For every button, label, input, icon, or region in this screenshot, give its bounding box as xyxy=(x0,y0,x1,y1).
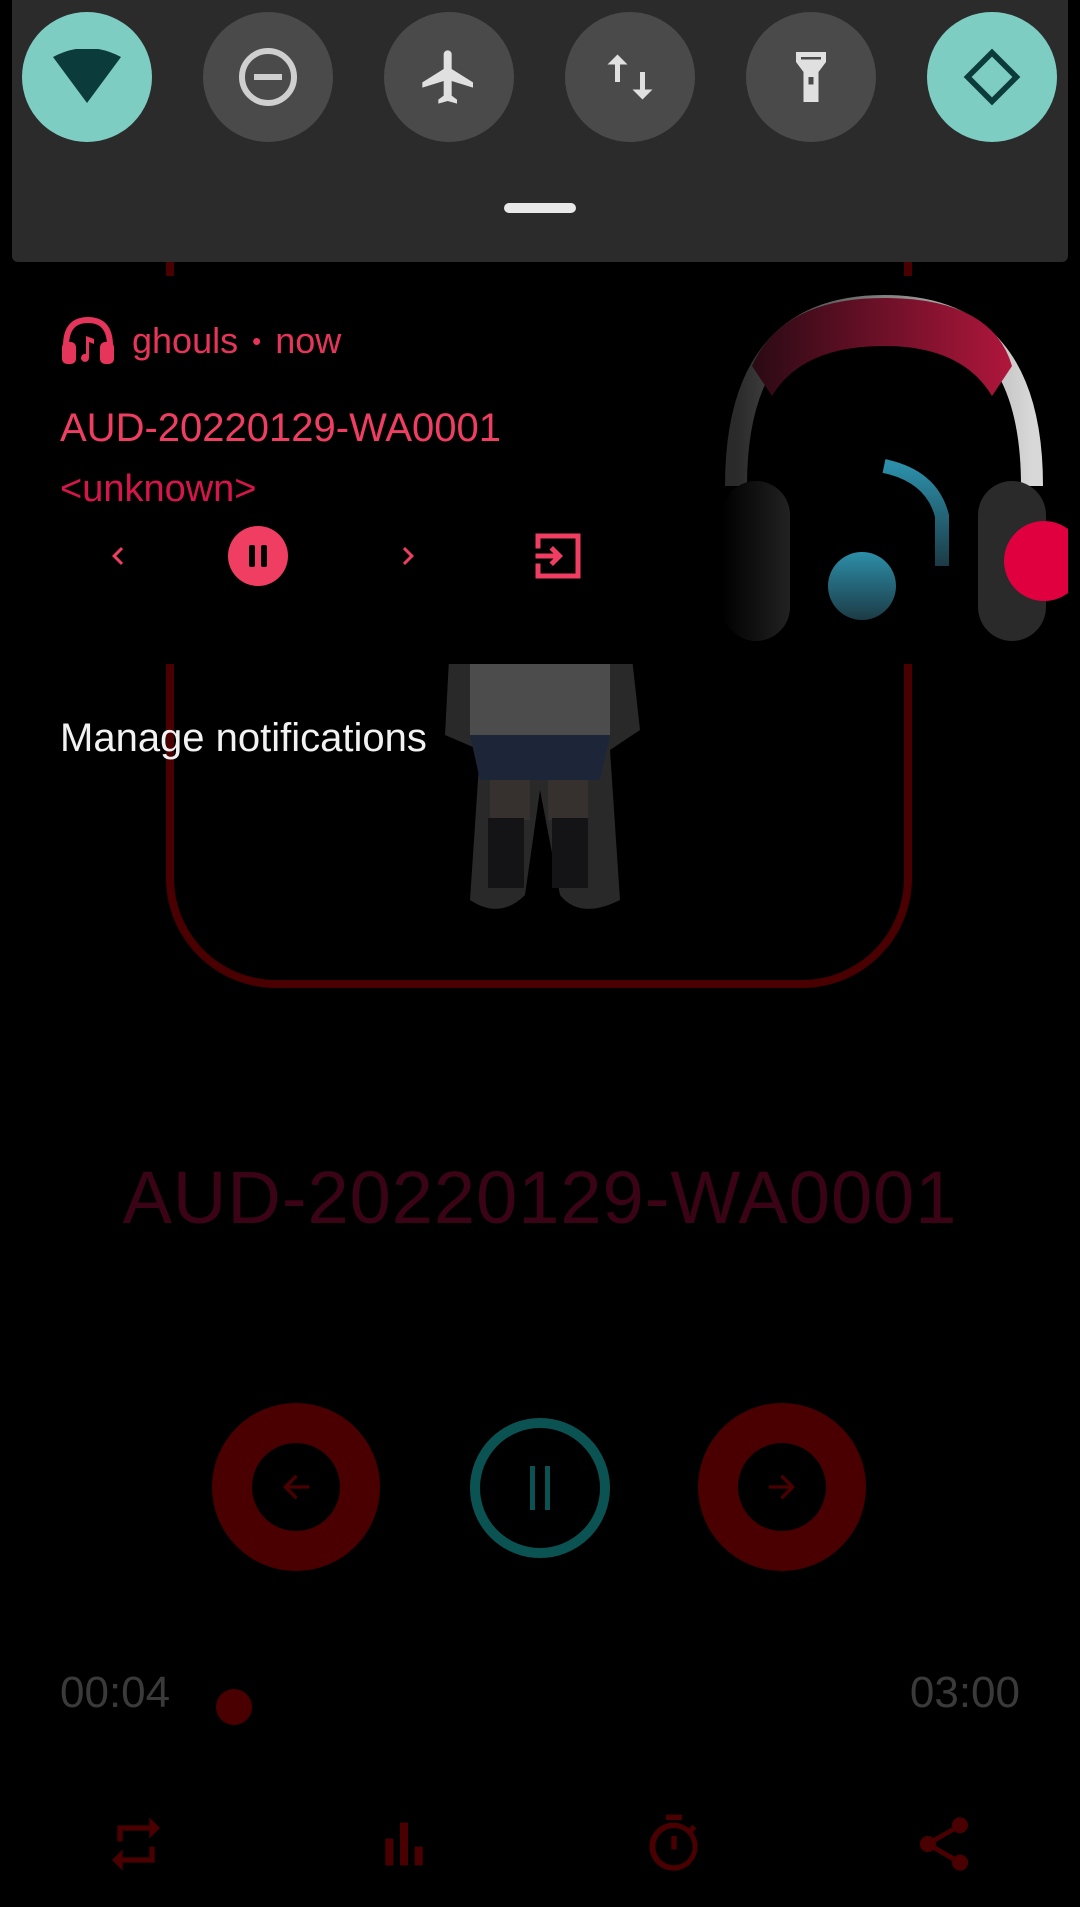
media-notification[interactable]: ghouls • now AUD-20220129-WA0001 <unknow… xyxy=(12,276,1068,664)
airplane-mode-tile[interactable] xyxy=(384,12,514,142)
share-icon[interactable] xyxy=(912,1812,976,1876)
next-button[interactable] xyxy=(698,1403,866,1571)
chevron-right-icon xyxy=(402,547,414,565)
total-time: 03:00 xyxy=(909,1668,1020,1717)
quick-settings-panel xyxy=(12,0,1068,262)
notification-exit-button[interactable] xyxy=(528,526,588,586)
notification-header: ghouls • now xyxy=(60,316,341,366)
previous-button[interactable] xyxy=(212,1403,380,1571)
pause-button[interactable] xyxy=(470,1418,610,1558)
notification-pause-button[interactable] xyxy=(228,526,288,586)
headphones-icon xyxy=(62,316,114,364)
separator-dot: • xyxy=(252,325,262,356)
airplane-icon xyxy=(422,50,473,104)
arrow-left-icon xyxy=(283,1474,310,1500)
wifi-icon xyxy=(53,49,121,103)
current-time: 00:04 xyxy=(60,1668,171,1717)
anime-character-image xyxy=(445,640,640,909)
album-art-headphones-image xyxy=(722,294,1068,641)
exit-icon xyxy=(535,533,581,579)
equalizer-icon[interactable] xyxy=(372,1812,436,1876)
track-title: AUD-20220129-WA0001 xyxy=(122,1156,958,1239)
expand-handle[interactable] xyxy=(504,203,576,213)
arrow-right-icon xyxy=(768,1474,795,1500)
notification-song-title: AUD-20220129-WA0001 xyxy=(60,406,501,450)
app-name: ghouls xyxy=(132,320,239,361)
do-not-disturb-icon xyxy=(239,48,297,106)
chevron-left-icon xyxy=(112,547,124,565)
notification-next-button[interactable] xyxy=(378,526,438,586)
notification-artist: <unknown> xyxy=(60,468,257,510)
wifi-tile[interactable] xyxy=(22,12,152,142)
pause-icon xyxy=(228,526,288,586)
mobile-data-icon xyxy=(607,54,653,100)
pause-icon xyxy=(530,1466,550,1510)
flashlight-icon xyxy=(796,52,826,102)
manage-notifications-button[interactable]: Manage notifications xyxy=(60,716,427,761)
notification-previous-button[interactable] xyxy=(88,526,148,586)
auto-rotate-icon xyxy=(963,48,1021,106)
seek-bar-thumb[interactable] xyxy=(216,1689,252,1725)
timer-icon[interactable] xyxy=(642,1812,706,1876)
notification-time: now xyxy=(275,320,342,361)
flashlight-tile[interactable] xyxy=(746,12,876,142)
mobile-data-tile[interactable] xyxy=(565,12,695,142)
repeat-icon[interactable] xyxy=(104,1812,168,1876)
auto-rotate-tile[interactable] xyxy=(927,12,1057,142)
do-not-disturb-tile[interactable] xyxy=(203,12,333,142)
